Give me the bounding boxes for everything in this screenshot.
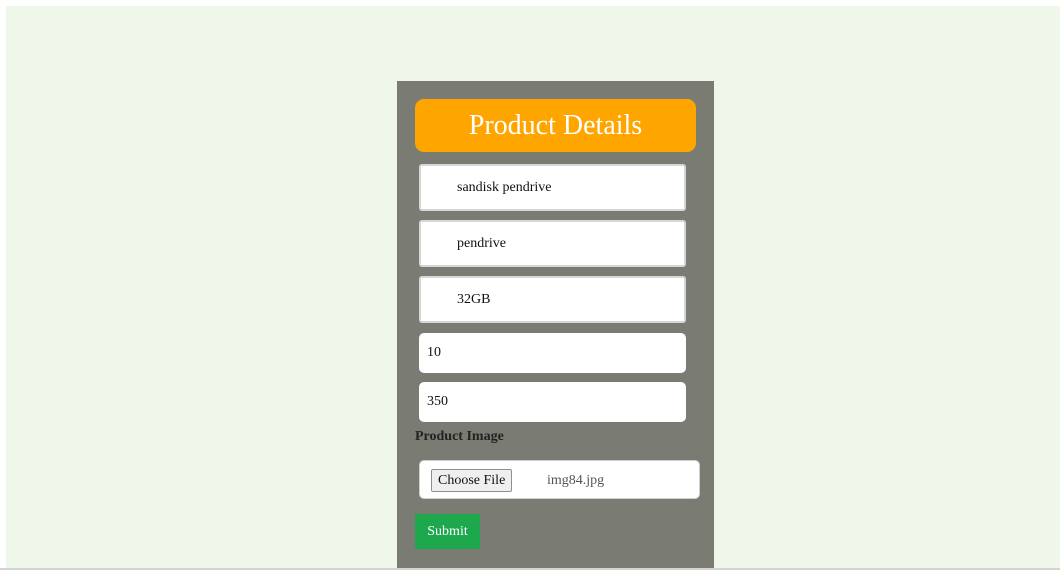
price-input[interactable] bbox=[419, 382, 686, 422]
form-title: Product Details bbox=[415, 99, 696, 152]
submit-button[interactable]: Submit bbox=[415, 514, 480, 549]
quantity-input[interactable] bbox=[419, 333, 686, 373]
selected-file-name: img84.jpg bbox=[547, 473, 605, 488]
product-name-input[interactable] bbox=[419, 164, 686, 211]
product-image-label: Product Image bbox=[415, 429, 504, 444]
choose-file-button[interactable]: Choose File bbox=[431, 469, 513, 492]
category-input[interactable] bbox=[419, 220, 686, 267]
capacity-input[interactable] bbox=[419, 276, 686, 323]
product-image-file-input[interactable]: Choose File img84.jpg bbox=[419, 460, 700, 499]
product-form: Product Details Product Image Choose Fil… bbox=[397, 81, 714, 568]
